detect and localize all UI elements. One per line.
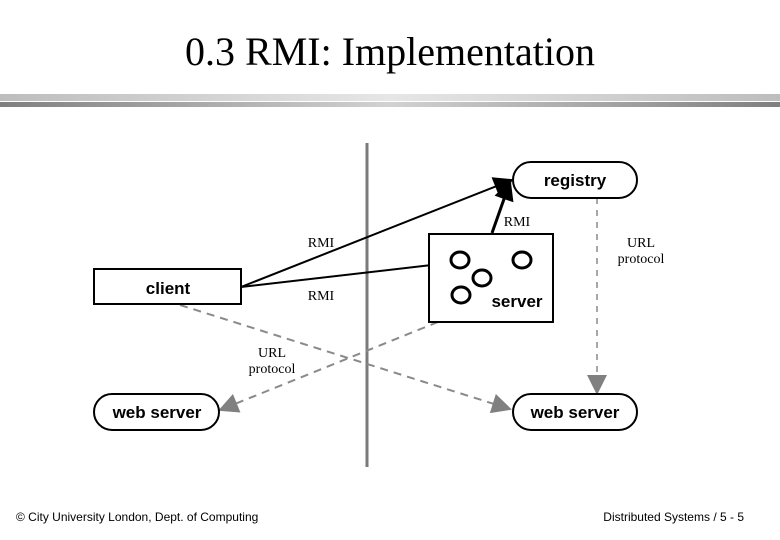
server-label: server [491,292,542,311]
footer-page-number: Distributed Systems / 5 - 5 [603,510,744,524]
remote-object-icon [511,250,533,270]
url-protocol-label-right-line1: URL [627,236,655,251]
client-label: client [146,279,191,298]
footer-copyright: © City University London, Dept. of Compu… [16,510,259,524]
rmi-diagram: client server registry web server web se… [93,143,665,467]
rmi-label-client-registry: RMI [308,236,335,251]
remote-object-icon [449,250,471,270]
remote-object-icon [471,268,493,288]
remote-object-icon [450,285,472,305]
url-protocol-label-left-line2: protocol [249,362,296,377]
url-protocol-label-right-line2: protocol [618,252,665,267]
web-server-left-label: web server [112,403,202,422]
url-protocol-label-left-line1: URL [258,346,286,361]
rmi-label-client-server: RMI [308,289,335,304]
registry-label: registry [544,171,607,190]
web-server-right-label: web server [530,403,620,422]
rmi-label-server-registry: RMI [504,215,531,230]
